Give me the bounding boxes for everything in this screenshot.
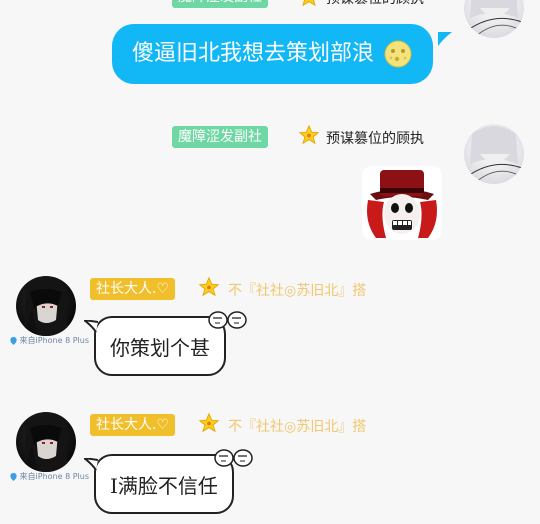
message-row-1: 魔障涩发副社 预谋篡位的顾执 傻逼旧北我想去策划部浪 <box>0 0 540 96</box>
location-pin-icon <box>10 336 17 345</box>
member-tag[interactable]: 魔障涩发副社 <box>172 0 268 8</box>
member-tag[interactable]: 魔障涩发副社 <box>172 126 268 148</box>
location-label: 来自iPhone 8 Plus <box>10 471 89 482</box>
bubble-tail <box>84 320 98 333</box>
avatar[interactable] <box>464 0 524 38</box>
member-title: 不『社社◎苏旧北』搭 <box>228 419 367 435</box>
message-row-3: 来自iPhone 8 Plus 社长大人.♡ 不『社社◎苏旧北』搭 你策划个甚 <box>0 272 540 392</box>
message-text: 傻逼旧北我想去策划部浪 <box>132 41 375 66</box>
avatar-image <box>22 415 68 472</box>
star-badge-icon <box>302 0 316 7</box>
message-bubble[interactable]: I满脸不信任 <box>94 454 234 514</box>
avatar[interactable] <box>464 124 524 184</box>
star-badge-icon <box>198 412 220 433</box>
member-tag[interactable]: 社长大人.♡ <box>90 414 176 436</box>
avatar[interactable] <box>16 276 76 336</box>
message-bubble[interactable]: 你策划个甚 <box>94 316 226 376</box>
message-bubble[interactable]: 傻逼旧北我想去策划部浪 <box>112 24 434 84</box>
message-text: I满脸不信任 <box>110 474 218 498</box>
avatar-image <box>22 279 68 336</box>
location-label: 来自iPhone 8 Plus <box>10 335 89 346</box>
avatar-image <box>467 0 523 37</box>
avatar-image <box>467 126 523 183</box>
member-title: 预谋篡位的顾执 <box>326 0 424 8</box>
star-badge-icon <box>298 124 320 145</box>
message-text: 你策划个甚 <box>110 336 210 360</box>
bubble-tail <box>84 458 98 471</box>
avatar[interactable] <box>16 412 76 472</box>
member-title: 不『社社◎苏旧北』搭 <box>228 283 367 299</box>
location-text: 来自iPhone 8 Plus <box>19 336 90 345</box>
moon-face-emoji-icon <box>384 40 412 68</box>
message-row-4: 来自iPhone 8 Plus 社长大人.♡ 不『社社◎苏旧北』搭 I满脸不信任 <box>0 406 540 524</box>
bubble-tail <box>438 32 452 46</box>
member-title: 预谋篡位的顾执 <box>326 131 424 147</box>
bubble-deco-icon <box>214 449 253 467</box>
message-row-2: 魔障涩发副社 预谋篡位的顾执 <box>0 122 540 242</box>
bubble-deco-icon <box>208 311 247 329</box>
location-text: 来自iPhone 8 Plus <box>19 472 90 481</box>
location-pin-icon <box>10 472 17 481</box>
red-hat-sticker[interactable] <box>362 166 442 240</box>
star-badge-icon <box>198 276 220 297</box>
member-tag[interactable]: 社长大人.♡ <box>90 278 176 300</box>
sticker-image <box>362 166 442 240</box>
